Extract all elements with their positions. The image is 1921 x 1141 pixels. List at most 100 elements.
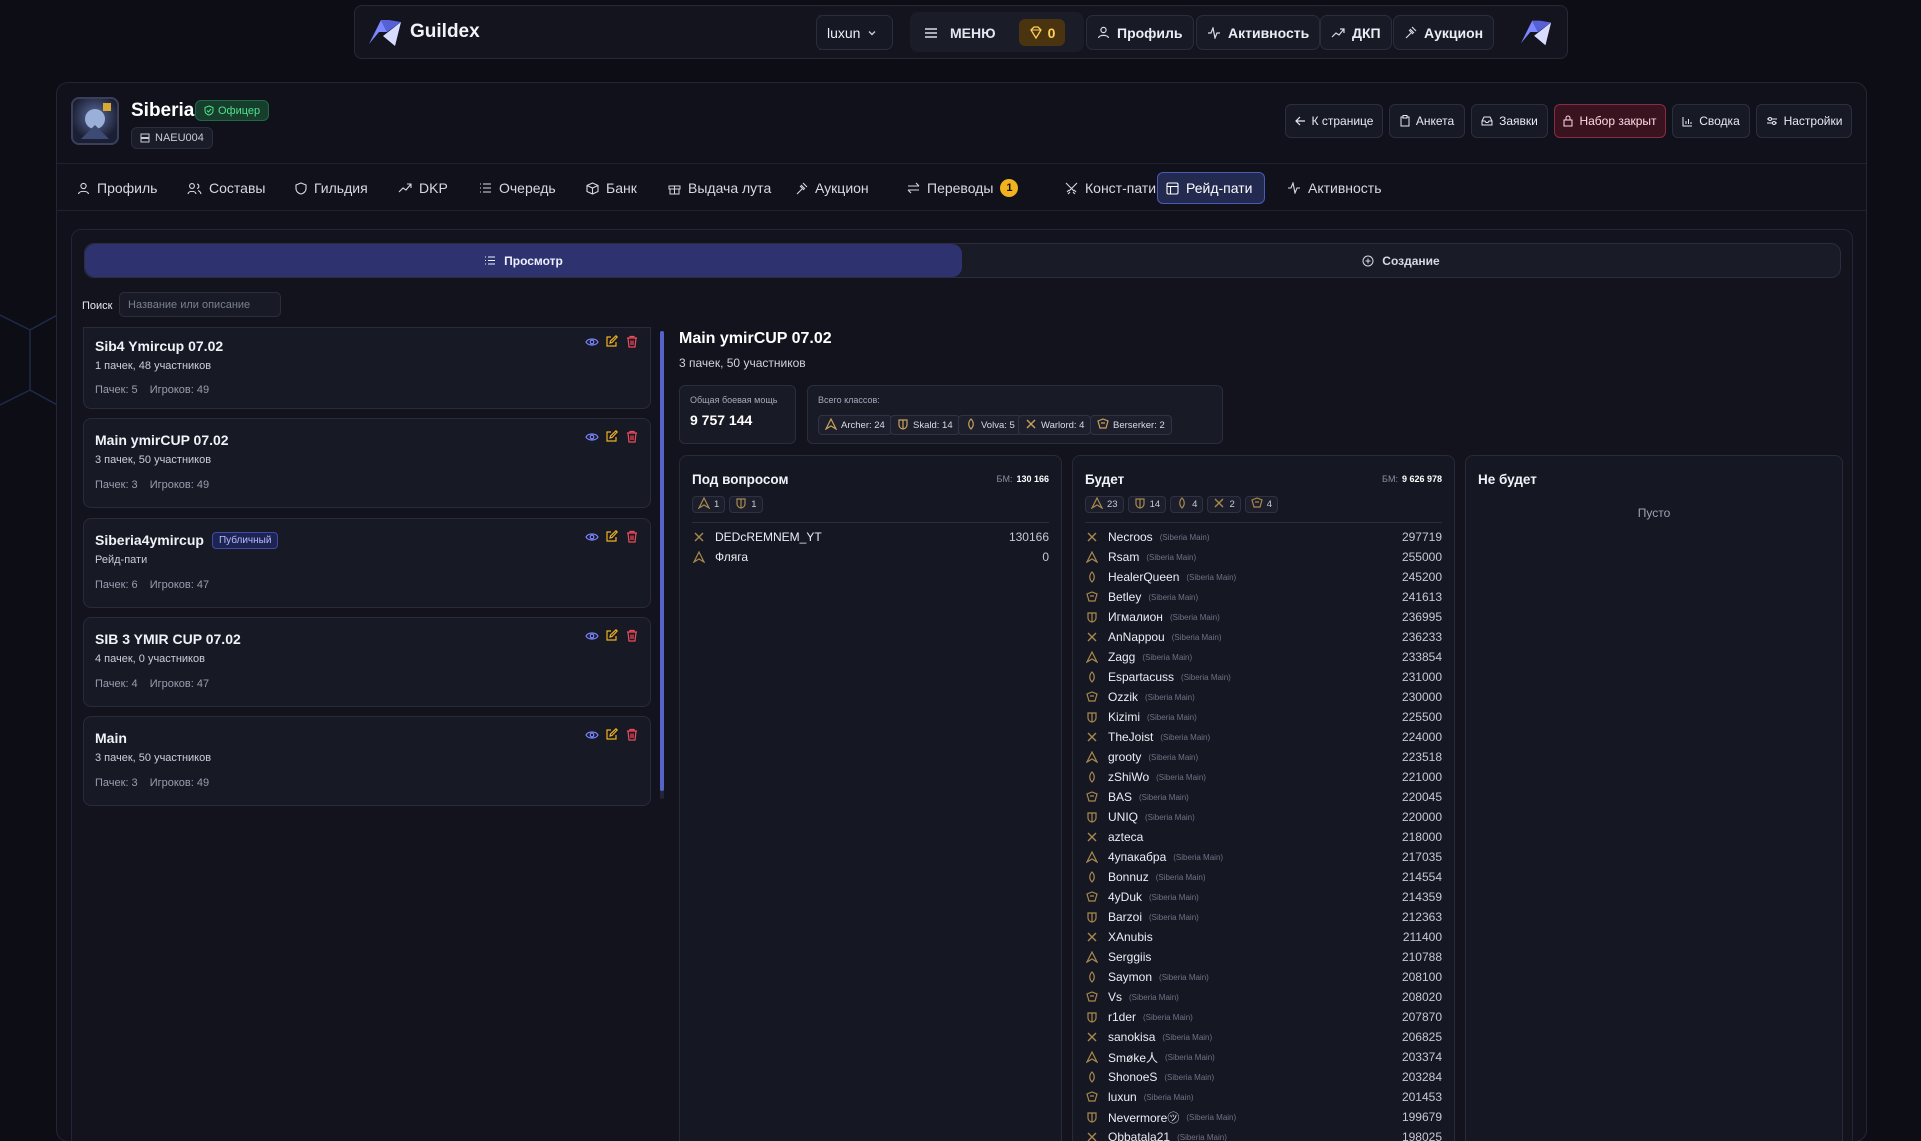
trash-icon[interactable] [624,429,639,444]
tab-raid-party[interactable]: Рейд-пати [1157,172,1265,204]
player-row[interactable]: UNIQ (Siberia Main) 220000 [1085,807,1442,827]
eye-icon[interactable] [584,529,599,544]
player-row[interactable]: Necroos (Siberia Main) 297719 [1085,527,1442,547]
player-row[interactable]: grooty (Siberia Main) 223518 [1085,747,1442,767]
player-row[interactable]: Zagg (Siberia Main) 233854 [1085,647,1442,667]
player-row[interactable]: Игмалион (Siberia Main) 236995 [1085,607,1442,627]
player-row[interactable]: Фляга 0 [692,547,1049,567]
tab-loot[interactable]: Выдача лута [660,172,779,204]
requests-button[interactable]: Заявки [1471,104,1548,138]
tab-guild[interactable]: Гильдия [287,172,376,204]
player-row[interactable]: Serggiis 210788 [1085,947,1442,967]
create-mode-button[interactable]: Создание [962,244,1840,277]
gems-counter[interactable]: 0 [1019,19,1065,46]
topnav-profile[interactable]: Профиль [1086,15,1194,50]
player-row[interactable]: Rsam (Siberia Main) 255000 [1085,547,1442,567]
topnav-auction[interactable]: Аукцион [1393,15,1495,50]
player-row[interactable]: sanokisa (Siberia Main) 206825 [1085,1027,1442,1047]
application-form-button[interactable]: Анкета [1389,104,1465,138]
player-name: Zagg [1108,650,1136,664]
player-row[interactable]: zShiWo (Siberia Main) 221000 [1085,767,1442,787]
player-row[interactable]: ShonoeS (Siberia Main) 203284 [1085,1067,1442,1087]
player-row[interactable]: Betley (Siberia Main) 241613 [1085,587,1442,607]
player-row[interactable]: r1der (Siberia Main) 207870 [1085,1007,1442,1027]
tab-const-party[interactable]: Конст-пати [1057,172,1164,204]
party-list-item[interactable]: Siberia4ymircup Публичный Рейд-пати Пачек… [83,518,651,608]
search-input[interactable] [119,292,281,317]
trash-icon[interactable] [624,529,639,544]
player-row[interactable]: Nevermore㋡ (Siberia Main) 199679 [1085,1107,1442,1127]
tab-bank[interactable]: Банк [578,172,645,204]
player-row[interactable]: Kizimi (Siberia Main) 225500 [1085,707,1442,727]
eye-icon[interactable] [584,334,599,349]
tab-transfers[interactable]: Переводы 1 [899,172,1026,204]
edit-icon[interactable] [604,429,619,444]
edit-icon[interactable] [604,727,619,742]
tab-profile[interactable]: Профиль [69,172,165,204]
clipboard-icon [1400,115,1410,127]
guildex-mark-icon[interactable] [1515,15,1557,49]
trash-icon[interactable] [624,334,639,349]
player-row[interactable]: Bonnuz (Siberia Main) 214554 [1085,867,1442,887]
party-list-item[interactable]: Sib4 Ymircup 07.02 1 пачек, 48 участнико… [83,327,651,409]
guildex-logo-icon[interactable] [365,14,405,50]
skald-icon [1085,610,1099,624]
player-row[interactable]: XAnubis 211400 [1085,927,1442,947]
player-power: 245200 [1401,570,1442,584]
party-list-scroll-thumb[interactable] [660,331,664,791]
player-row[interactable]: Espartacuss (Siberia Main) 231000 [1085,667,1442,687]
player-row[interactable]: 4упакабра (Siberia Main) 217035 [1085,847,1442,867]
view-mode-button[interactable]: Просмотр [85,244,962,277]
player-guild: (Siberia Main) [1173,852,1224,862]
tab-dkp[interactable]: DKP [390,172,456,204]
player-row[interactable]: Saymon (Siberia Main) 208100 [1085,967,1442,987]
topnav-dkp[interactable]: ДКП [1320,15,1392,50]
class-totals-box: Всего классов: Archer: 24 Skald: 14 Volva:… [807,385,1223,444]
player-row[interactable]: BAS (Siberia Main) 220045 [1085,787,1442,807]
player-row[interactable]: Barzoi (Siberia Main) 212363 [1085,907,1442,927]
player-row[interactable]: 4yDuk (Siberia Main) 214359 [1085,887,1442,907]
player-row[interactable]: azteca 218000 [1085,827,1442,847]
player-row[interactable]: AnNappou (Siberia Main) 236233 [1085,627,1442,647]
party-players: Игроков: 47 [149,678,210,690]
player-row[interactable]: HealerQueen (Siberia Main) 245200 [1085,567,1442,587]
recruitment-closed-button[interactable]: Набор закрыт [1554,104,1666,138]
player-row[interactable]: luxun (Siberia Main) 201453 [1085,1087,1442,1107]
player-power: 220000 [1401,810,1442,824]
edit-icon[interactable] [604,628,619,643]
brand-name[interactable]: Guildex [410,21,480,43]
edit-icon[interactable] [604,334,619,349]
player-power: 224000 [1401,730,1442,744]
summary-button[interactable]: Сводка [1672,104,1750,138]
party-description: 4 пачек, 0 участников [95,653,205,665]
player-row[interactable]: DEDcREMNEM_YT 130166 [692,527,1049,547]
tab-activity[interactable]: Активность [1279,172,1390,204]
trash-icon[interactable] [624,727,639,742]
eye-icon[interactable] [584,429,599,444]
player-row[interactable]: Smøke人 (Siberia Main) 203374 [1085,1047,1442,1067]
player-name: luxun [1108,1090,1137,1104]
trash-icon[interactable] [624,628,639,643]
edit-icon[interactable] [604,529,619,544]
party-list-item[interactable]: Main ymirCUP 07.02 3 пачек, 50 участнико… [83,418,651,508]
player-name: Necroos [1108,530,1153,544]
player-name: Vs [1108,990,1123,1004]
volva-icon [1085,1070,1099,1084]
player-row[interactable]: Ozzik (Siberia Main) 230000 [1085,687,1442,707]
party-list-item[interactable]: Main 3 пачек, 50 участников Пачек: 3 Игр… [83,716,651,806]
user-select[interactable]: luxun [816,15,893,50]
tab-queue[interactable]: Очередь [471,172,564,204]
back-to-page-button[interactable]: К странице [1285,104,1383,138]
player-row[interactable]: TheJoist (Siberia Main) 224000 [1085,727,1442,747]
topnav-activity[interactable]: Активность [1196,15,1321,50]
eye-icon[interactable] [584,628,599,643]
party-title: Sib4 Ymircup 07.02 [95,338,224,354]
tab-rosters[interactable]: Составы [179,172,273,204]
player-row[interactable]: Obbatala21 (Siberia Main) 198025 [1085,1127,1442,1141]
menu-button[interactable]: МЕНЮ [924,19,996,46]
player-row[interactable]: Vs (Siberia Main) 208020 [1085,987,1442,1007]
tab-auction[interactable]: Аукцион [787,172,877,204]
settings-button[interactable]: Настройки [1756,104,1852,138]
party-list-item[interactable]: SIB 3 YMIR CUP 07.02 4 пачек, 0 участник… [83,617,651,707]
eye-icon[interactable] [584,727,599,742]
